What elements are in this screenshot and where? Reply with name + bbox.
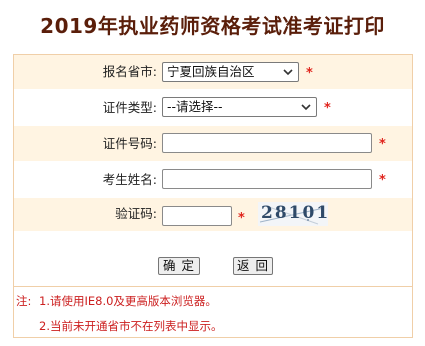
id-number-row: 证件号码: * — [14, 126, 412, 161]
confirm-button[interactable]: 确 定 — [158, 257, 200, 275]
id-type-label: 证件类型: — [102, 100, 157, 115]
id-number-label: 证件号码: — [102, 136, 157, 151]
page-title: 2019年执业药师资格考试准考证打印 — [40, 14, 385, 38]
province-select[interactable]: 宁夏回族自治区 — [162, 62, 299, 82]
captcha-image[interactable]: 28101 — [258, 202, 328, 226]
id-number-input[interactable] — [162, 133, 372, 153]
required-marker: * — [324, 101, 331, 116]
id-type-row: 证件类型: --请选择-- * — [14, 90, 412, 125]
required-marker: * — [306, 66, 313, 81]
id-type-select-value: --请选择-- — [167, 99, 223, 114]
id-type-select[interactable]: --请选择-- — [162, 97, 317, 117]
captcha-input[interactable] — [162, 206, 232, 226]
province-row: 报名省市: 宁夏回族自治区 * — [14, 55, 412, 89]
captcha-text: 28101 — [261, 203, 328, 223]
actions-row: 确 定 返 回 — [14, 232, 412, 285]
province-label: 报名省市: — [102, 64, 157, 79]
chevron-down-icon — [301, 104, 311, 111]
required-marker: * — [238, 211, 245, 226]
note-line-1: 1.请使用IE8.0及更高版本浏览器。 — [39, 294, 217, 308]
captcha-label: 验证码: — [115, 206, 157, 221]
note-line-2: 2.当前未开通省市不在列表中显示。 — [39, 319, 223, 333]
back-button[interactable]: 返 回 — [233, 257, 273, 275]
required-marker: * — [379, 173, 386, 188]
name-input[interactable] — [162, 169, 372, 189]
captcha-row: 验证码: * 28101 — [14, 198, 412, 231]
province-select-value: 宁夏回族自治区 — [167, 64, 255, 79]
notes-prefix: 注: — [16, 294, 32, 308]
chevron-down-icon — [283, 69, 293, 76]
notes-row: 注: 1.请使用IE8.0及更高版本浏览器。 2.当前未开通省市不在列表中显示。 — [14, 286, 412, 339]
name-label: 考生姓名: — [102, 172, 157, 187]
required-marker: * — [379, 137, 386, 152]
admission-ticket-form: 报名省市: 宁夏回族自治区 * 证件类型: --请选择-- * 证件号码: * … — [13, 54, 413, 338]
name-row: 考生姓名: * — [14, 162, 412, 197]
